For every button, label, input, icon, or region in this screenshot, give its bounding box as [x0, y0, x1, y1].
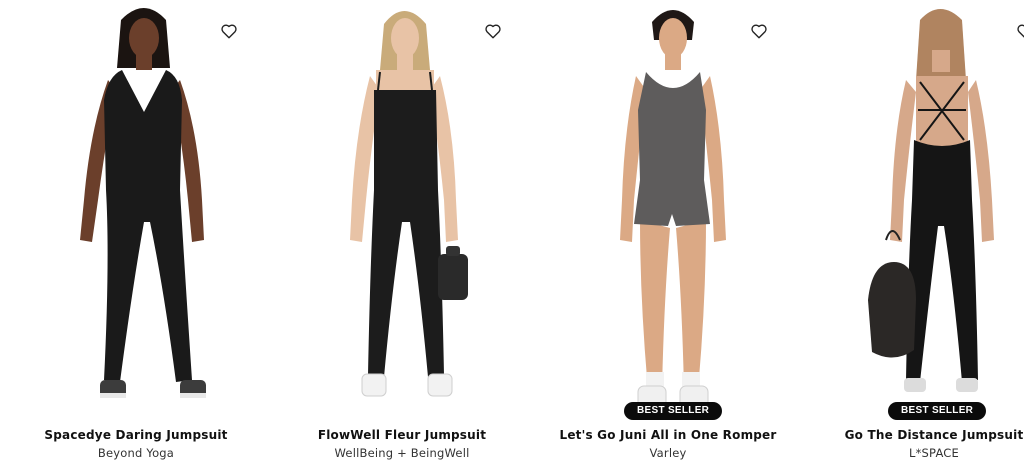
best-seller-badge: BEST SELLER [624, 402, 723, 420]
heart-outline-icon[interactable] [1016, 22, 1024, 40]
product-card[interactable]: Spacedye Daring Jumpsuit Beyond Yoga [4, 0, 268, 465]
heart-outline-icon[interactable] [484, 22, 502, 40]
product-brand[interactable]: L*SPACE [802, 446, 1024, 460]
heart-outline-icon[interactable] [750, 22, 768, 40]
product-image[interactable] [536, 0, 800, 425]
product-card[interactable]: BEST SELLER Let's Go Juni All in One Rom… [536, 0, 800, 465]
product-image[interactable] [270, 0, 534, 425]
product-image[interactable] [802, 0, 1024, 425]
product-image[interactable] [4, 0, 268, 425]
product-title[interactable]: Spacedye Daring Jumpsuit [4, 428, 268, 442]
product-title[interactable]: Go The Distance Jumpsuit [802, 428, 1024, 442]
model-photo [350, 11, 468, 397]
model-photo [868, 9, 994, 392]
product-brand[interactable]: Varley [536, 446, 800, 460]
best-seller-badge: BEST SELLER [888, 402, 987, 420]
product-card[interactable]: FlowWell Fleur Jumpsuit WellBeing + Bein… [270, 0, 534, 465]
product-title[interactable]: Let's Go Juni All in One Romper [536, 428, 800, 442]
product-title[interactable]: FlowWell Fleur Jumpsuit [270, 428, 534, 442]
model-photo [620, 10, 726, 409]
product-brand[interactable]: Beyond Yoga [4, 446, 268, 460]
product-grid: Spacedye Daring Jumpsuit Beyond Yoga Flo… [0, 0, 1024, 465]
model-photo [80, 8, 206, 398]
product-card[interactable]: BEST SELLER Go The Distance Jumpsuit L*S… [802, 0, 1024, 465]
heart-outline-icon[interactable] [220, 22, 238, 40]
product-brand[interactable]: WellBeing + BeingWell [270, 446, 534, 460]
